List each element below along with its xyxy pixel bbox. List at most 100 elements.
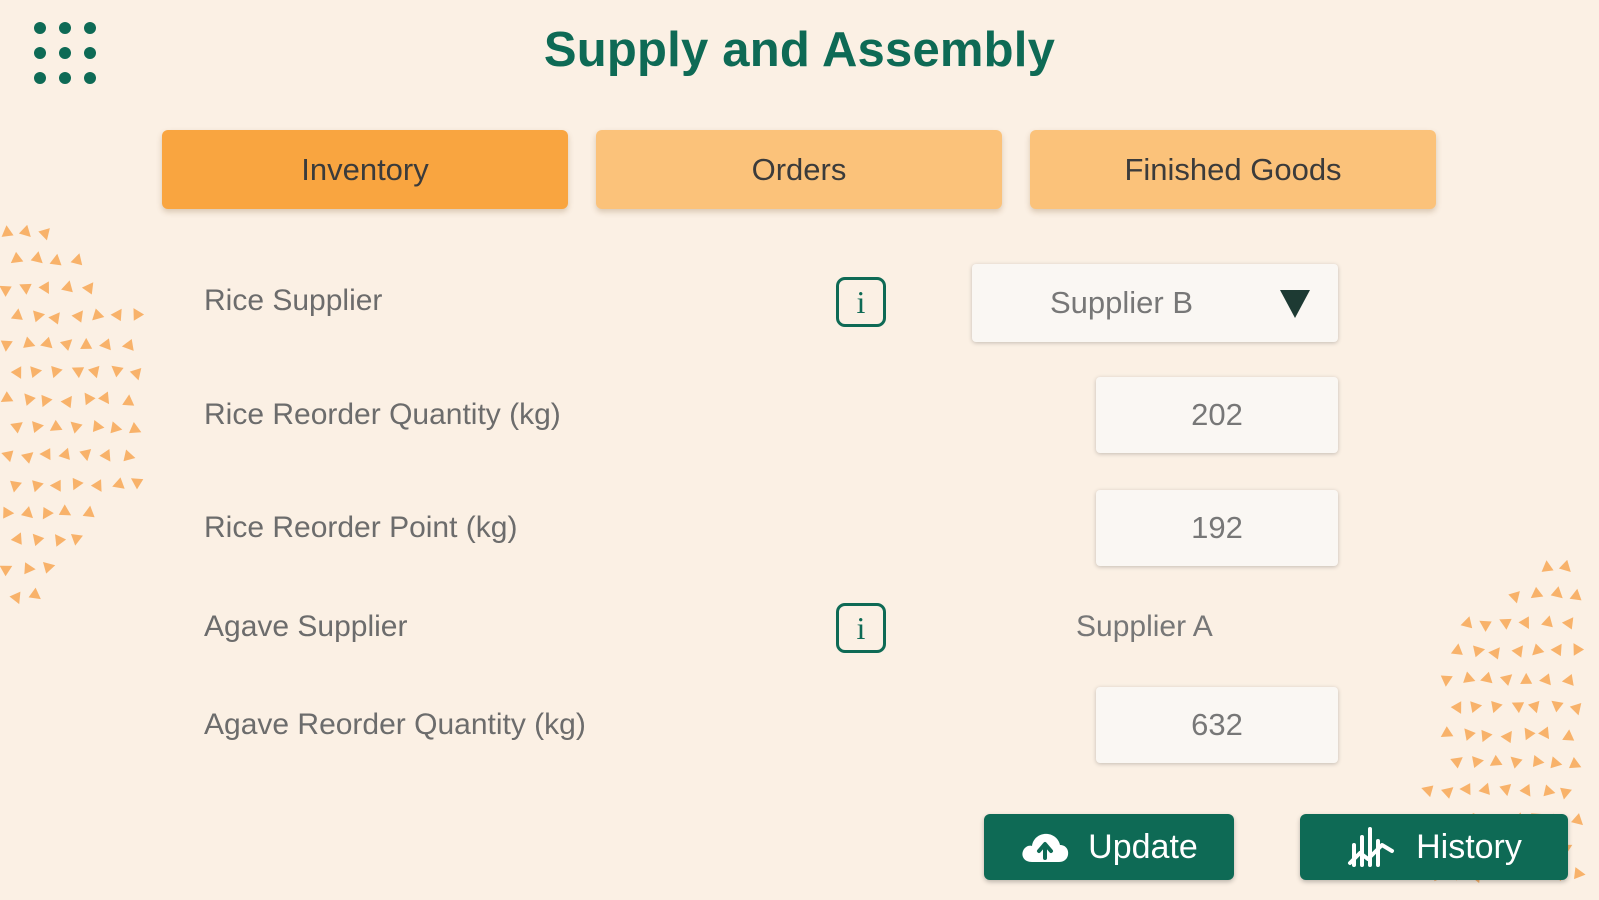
decor-triangle <box>0 565 13 577</box>
decor-triangle <box>80 337 93 350</box>
decor-triangle <box>0 285 12 297</box>
decor-triangle <box>1508 591 1520 604</box>
decor-triangle <box>1527 700 1540 714</box>
decor-triangle <box>130 478 144 490</box>
decor-triangle <box>49 253 62 266</box>
decor-triangle <box>1519 783 1531 797</box>
rice-supplier-selected-value: Supplier B <box>1050 285 1194 320</box>
decor-triangle <box>70 253 83 266</box>
decor-triangle <box>33 310 46 323</box>
decor-triangle <box>79 449 92 462</box>
decor-triangle <box>1561 674 1574 686</box>
tab-orders[interactable]: Orders <box>596 130 1002 209</box>
decor-triangle <box>1561 617 1574 630</box>
decor-triangle <box>60 395 72 409</box>
decor-triangle <box>1472 756 1484 769</box>
decor-triangle <box>1551 700 1564 713</box>
decor-triangle <box>82 505 95 518</box>
decor-triangle <box>1473 645 1486 658</box>
decor-triangle <box>1450 701 1462 714</box>
decor-triangle <box>1532 643 1545 656</box>
decor-triangle <box>1499 618 1512 630</box>
decor-triangle <box>1541 615 1553 628</box>
decor-triangle <box>1518 616 1529 629</box>
decor-triangle <box>10 251 24 264</box>
decor-triangle <box>32 533 45 547</box>
decor-triangle <box>28 587 41 600</box>
decor-triangle <box>81 282 94 295</box>
decor-triangle <box>42 507 54 520</box>
decor-triangle <box>23 336 36 348</box>
decor-triangle <box>122 394 135 406</box>
decor-triangle <box>72 477 84 491</box>
decor-triangle <box>87 365 100 379</box>
decor-triangle <box>70 534 83 546</box>
decor-triangle <box>1440 726 1454 738</box>
decor-triangle <box>1450 643 1463 655</box>
decor-triangle <box>1550 756 1563 769</box>
history-button[interactable]: History <box>1300 814 1568 880</box>
decor-triangle <box>71 310 83 323</box>
decor-triangle <box>92 308 105 321</box>
decor-triangle <box>10 532 22 545</box>
agave-reorder-quantity-input[interactable]: 632 <box>1096 687 1338 763</box>
decor-triangle <box>1450 757 1463 769</box>
page-title: Supply and Assembly <box>543 23 1056 77</box>
decor-triangle <box>38 281 49 294</box>
decor-triangle <box>38 228 50 241</box>
rice-reorder-point-input[interactable]: 192 <box>1096 490 1338 566</box>
decor-triangle <box>1464 728 1476 741</box>
decor-triangle <box>51 365 63 379</box>
decor-triangle <box>42 562 56 574</box>
rice-supplier-info-button[interactable]: i <box>836 277 886 327</box>
decor-triangle <box>1541 560 1554 572</box>
decor-triangle <box>3 506 15 519</box>
decor-triangle <box>1543 784 1556 797</box>
rice-reorder-quantity-input[interactable]: 202 <box>1096 377 1338 453</box>
tab-finished-goods[interactable]: Finished Goods <box>1030 130 1436 209</box>
rice-reorder-quantity-label: Rice Reorder Quantity (kg) <box>204 398 561 431</box>
decor-triangle <box>10 422 23 434</box>
decor-triangle <box>49 419 63 431</box>
decor-triangle <box>1500 730 1512 744</box>
decor-triangle <box>71 367 85 379</box>
decor-triangle <box>48 312 60 325</box>
decor-triangle <box>1440 675 1453 687</box>
decor-triangle <box>9 591 21 605</box>
decor-triangle <box>1479 620 1492 632</box>
agave-reorder-quantity-label: Agave Reorder Quantity (kg) <box>204 708 586 741</box>
decor-triangle <box>1510 756 1523 769</box>
decor-triangle <box>1478 782 1490 795</box>
agave-supplier-info-button[interactable]: i <box>836 603 886 653</box>
rice-reorder-point-label: Rice Reorder Point (kg) <box>204 511 518 544</box>
decor-triangle <box>1511 702 1525 714</box>
decor-triangle <box>123 449 136 462</box>
decor-triangle <box>21 506 34 519</box>
decor-triangle <box>133 308 145 321</box>
decor-triangle <box>24 393 36 406</box>
decor-triangle <box>1 225 14 237</box>
decor-triangle <box>110 421 123 434</box>
decor-triangle <box>1569 703 1582 716</box>
info-icon: i <box>856 283 866 320</box>
decor-triangle <box>90 479 102 492</box>
decor-triangle <box>1480 671 1493 684</box>
decor-triangle <box>32 480 44 493</box>
decor-triangle <box>1560 787 1572 800</box>
decor-triangle <box>18 225 31 237</box>
rice-supplier-dropdown[interactable]: Supplier B <box>972 264 1338 342</box>
tab-inventory[interactable]: Inventory <box>162 130 568 209</box>
decor-triangle <box>1550 643 1562 657</box>
decor-triangle <box>129 368 142 381</box>
decor-triangle <box>111 365 124 378</box>
decor-triangle <box>1538 726 1550 740</box>
cloud-upload-icon <box>1022 833 1069 862</box>
decor-triangle <box>128 422 142 434</box>
decor-triangle <box>61 280 73 293</box>
decor-triangle <box>1571 813 1584 826</box>
decor-triangle <box>1499 674 1513 686</box>
decor-triangle <box>1459 783 1471 796</box>
decor-triangle <box>1573 643 1585 656</box>
update-button[interactable]: Update <box>984 814 1234 880</box>
decor-triangle <box>40 336 53 349</box>
